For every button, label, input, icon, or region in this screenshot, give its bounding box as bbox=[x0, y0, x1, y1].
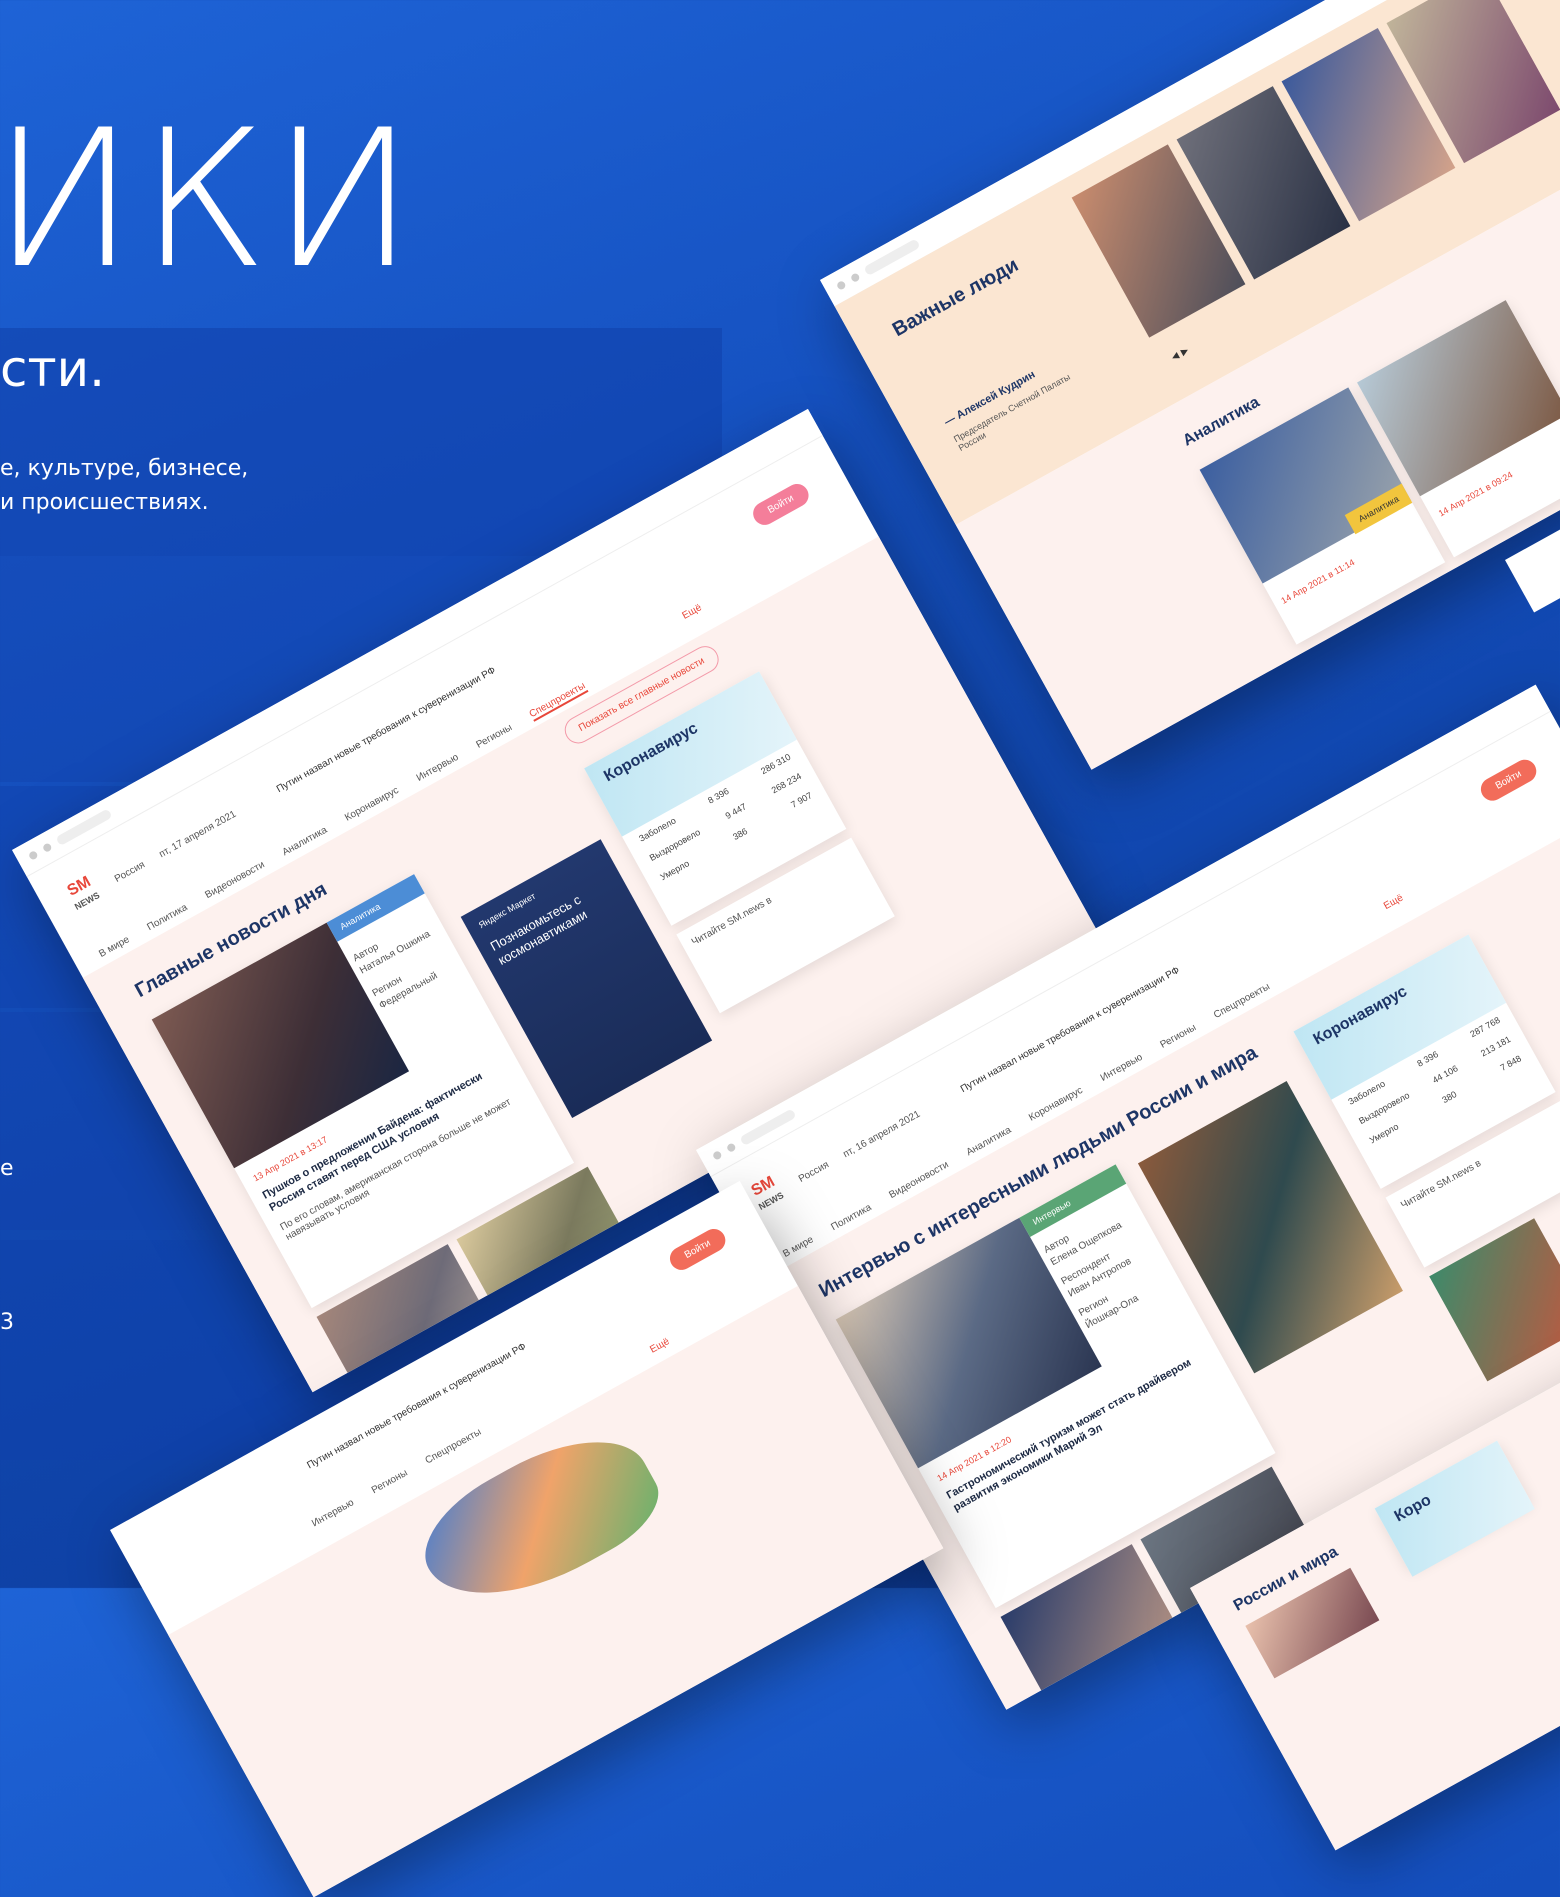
back-icon[interactable] bbox=[711, 1149, 723, 1161]
sm-news-logo[interactable]: SM NEWS bbox=[61, 872, 109, 922]
reload-icon[interactable] bbox=[725, 1142, 737, 1154]
prev-arrow-icon[interactable]: ◂ ▸ bbox=[1168, 342, 1192, 366]
text-fragment-1: е bbox=[0, 1156, 14, 1181]
covid-total: 7 907 bbox=[789, 790, 814, 810]
covid-total: 7 848 bbox=[1498, 1053, 1524, 1073]
desc-line-2: и происшествиях. bbox=[0, 490, 209, 515]
login-button[interactable]: Войти bbox=[749, 479, 813, 530]
text-fragment-2: 3 bbox=[0, 1310, 14, 1335]
desc-line-1: е, культуре, бизнесе, bbox=[0, 456, 249, 481]
covid-value: 380 bbox=[1440, 1089, 1459, 1106]
section-title: Важные люди bbox=[888, 253, 1023, 342]
category-tag[interactable]: Аналитика bbox=[326, 874, 425, 942]
reload-icon[interactable] bbox=[41, 842, 53, 854]
hero-subtitle: сти. bbox=[0, 340, 106, 398]
login-button[interactable]: Войти bbox=[665, 1224, 730, 1275]
location-label[interactable]: Россия bbox=[797, 1159, 831, 1185]
hero-title: ИКИ bbox=[0, 89, 419, 310]
date-label: пт, 17 апреля 2021 bbox=[157, 808, 238, 860]
hero-description: е, культуре, бизнесе, и происшествиях. bbox=[0, 452, 248, 520]
back-icon[interactable] bbox=[835, 279, 847, 291]
date-label: пт, 16 апреля 2021 bbox=[841, 1108, 922, 1160]
reload-icon[interactable] bbox=[849, 272, 861, 284]
login-button[interactable]: Войти bbox=[1476, 755, 1541, 805]
location-label[interactable]: Россия bbox=[113, 859, 147, 885]
back-icon[interactable] bbox=[27, 849, 39, 861]
covid-value: 386 bbox=[731, 826, 750, 843]
